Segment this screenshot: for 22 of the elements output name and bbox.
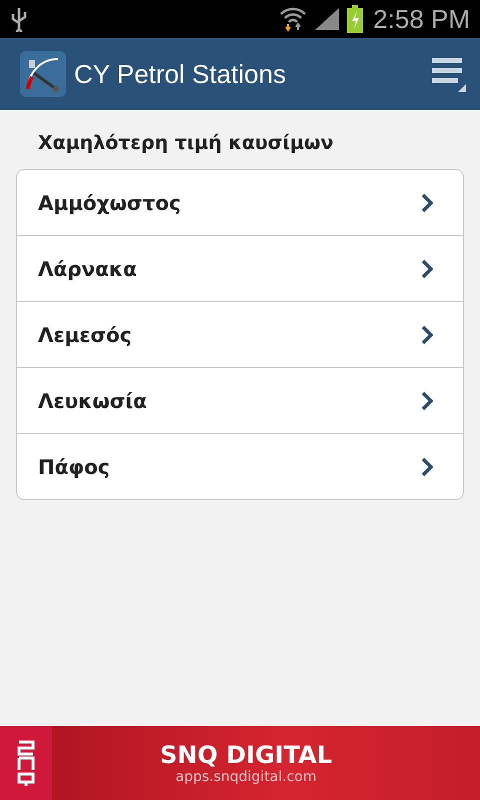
chevron-icon (421, 192, 433, 212)
district-item[interactable]: Λάρνακα (17, 236, 463, 302)
district-item[interactable]: Πάφος (17, 434, 463, 499)
chevron-icon (421, 258, 433, 278)
app-title: CY Petrol Stations (74, 58, 286, 90)
ad-banner[interactable]: SNQ DIGITAL apps.snqdigital.com (0, 726, 480, 800)
signal-icon (313, 6, 342, 32)
section-title: Χαμηλότερη τιμή καυσίμων (37, 131, 334, 156)
ad-title: SNQ DIGITAL (160, 741, 332, 769)
gauge-icon (20, 51, 66, 97)
battery-icon (347, 5, 364, 33)
chevron-icon (421, 324, 433, 344)
status-time: 2:58 PM (373, 4, 470, 34)
chevron-icon (421, 390, 433, 410)
usb-icon (10, 6, 28, 32)
chevron-icon (421, 456, 433, 476)
wifi-icon (279, 6, 308, 32)
district-item[interactable]: Λευκωσία (17, 368, 463, 434)
district-item[interactable]: Λεμεσός (17, 302, 463, 368)
ad-url: apps.snqdigital.com (175, 769, 316, 785)
brand-logo-icon (0, 726, 52, 800)
district-item[interactable]: Αμμόχωστος (17, 170, 463, 236)
